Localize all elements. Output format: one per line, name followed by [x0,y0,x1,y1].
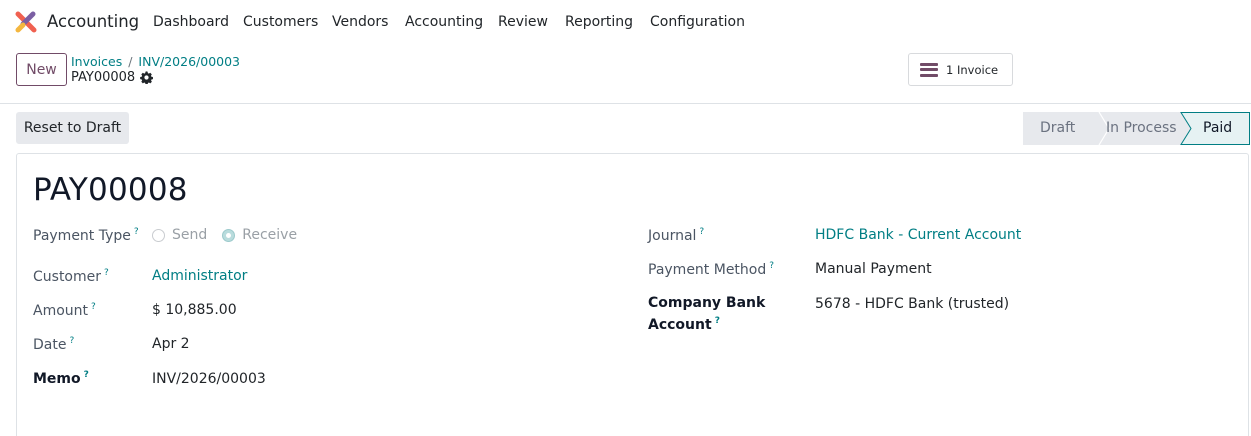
payment-method-label: Payment Method? [648,261,775,278]
stage-paid[interactable]: Paid [1203,120,1232,136]
new-button[interactable]: New [16,53,67,86]
date-field[interactable]: Apr 2 [152,336,190,352]
payment-method-field[interactable]: Manual Payment [815,261,932,277]
menu-reporting[interactable]: Reporting [565,14,633,30]
breadcrumb-separator: / [128,54,133,69]
reset-to-draft-button[interactable]: Reset to Draft [16,112,129,144]
customer-field[interactable]: Administrator [152,268,247,284]
menu-vendors[interactable]: Vendors [332,14,388,30]
receive-radio-label: Receive [242,227,298,243]
payment-title: PAY00008 [33,172,188,208]
menu-customers[interactable]: Customers [243,14,318,30]
invoice-smart-button-label: 1 Invoice [946,62,999,77]
stage-in-process[interactable]: In Process [1106,120,1177,136]
help-icon[interactable]: ? [715,316,720,326]
gear-icon[interactable] [140,71,154,84]
payment-type-radio-group: Send Receive [152,227,297,243]
stage-draft[interactable]: Draft [1040,120,1075,136]
customer-label: Customer? [33,268,109,285]
help-icon[interactable]: ? [134,227,139,237]
app-name[interactable]: Accounting [47,12,139,31]
memo-field[interactable]: INV/2026/00003 [152,371,266,387]
journal-field[interactable]: HDFC Bank - Current Account [815,227,1021,243]
amount-field[interactable]: $ 10,885.00 [152,302,237,318]
breadcrumb: Invoices / INV/2026/00003 [71,54,240,69]
help-icon[interactable]: ? [104,268,109,278]
menu-accounting[interactable]: Accounting [405,14,483,30]
date-label: Date? [33,336,75,353]
invoice-smart-button[interactable]: 1 Invoice [908,53,1013,86]
list-icon [920,62,938,77]
form-sheet [16,153,1249,436]
accounting-app-icon[interactable] [15,11,37,33]
company-bank-label-line1: Company Bank [648,295,766,311]
breadcrumb-invoices[interactable]: Invoices [71,54,122,69]
memo-label: Memo? [33,370,89,387]
help-icon[interactable]: ? [69,336,74,346]
menu-configuration[interactable]: Configuration [650,14,745,30]
record-name: PAY00008 [71,70,136,85]
send-radio[interactable] [152,228,165,242]
payment-type-label: Payment Type? [33,227,139,244]
help-icon[interactable]: ? [84,370,89,380]
company-bank-account-field[interactable]: 5678 - HDFC Bank (trusted) [815,296,1009,312]
company-bank-label-line2: Account? [648,316,720,333]
top-navbar: Accounting Dashboard Customers Vendors A… [0,0,1251,44]
header-divider [0,103,1251,104]
current-record: PAY00008 [71,70,154,85]
menu-review[interactable]: Review [498,14,548,30]
receive-radio[interactable] [222,228,236,242]
send-radio-label: Send [172,227,208,243]
breadcrumb-invoice-record[interactable]: INV/2026/00003 [138,54,240,69]
amount-label: Amount? [33,302,96,319]
help-icon[interactable]: ? [769,261,774,271]
menu-dashboard[interactable]: Dashboard [153,14,229,30]
help-icon[interactable]: ? [699,227,704,237]
journal-label: Journal? [648,227,705,244]
help-icon[interactable]: ? [91,302,96,312]
